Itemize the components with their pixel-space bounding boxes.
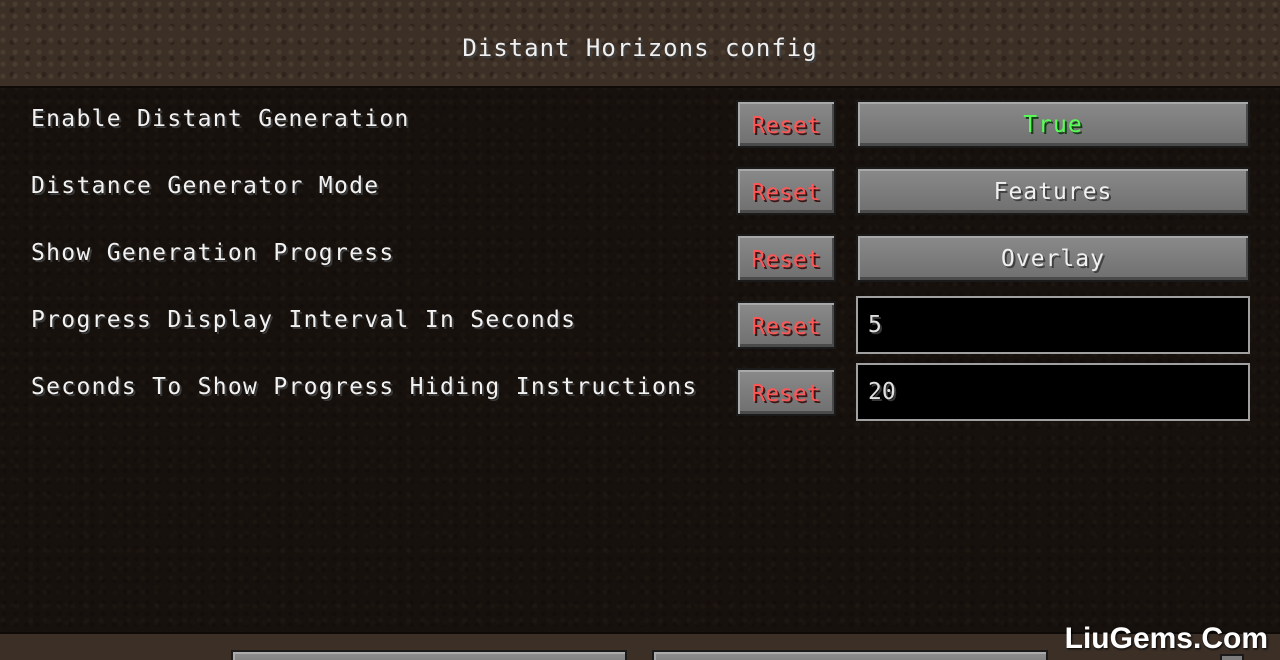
config-screen: Distant Horizons config Enable Distant G…	[0, 0, 1280, 660]
page-title: Distant Horizons config	[462, 34, 818, 62]
watermark: LiuGems.Com	[1064, 622, 1268, 655]
interval-input[interactable]: 5	[856, 296, 1250, 354]
setting-row-distance-generator-mode: Distance Generator Mode Reset Features	[0, 157, 1280, 215]
settings-list[interactable]: Enable Distant Generation Reset True Dis…	[0, 88, 1280, 632]
setting-row-progress-display-interval: Progress Display Interval In Seconds Res…	[0, 291, 1280, 354]
seconds-input[interactable]: 20	[856, 363, 1250, 421]
setting-label: Seconds To Show Progress Hiding Instruct…	[31, 374, 698, 400]
setting-label: Distance Generator Mode	[31, 173, 380, 199]
setting-label: Progress Display Interval In Seconds	[31, 307, 577, 333]
setting-row-show-generation-progress: Show Generation Progress Reset Overlay	[0, 224, 1280, 282]
header-bar: Distant Horizons config	[0, 0, 1280, 88]
footer-button-left[interactable]	[231, 650, 627, 660]
reset-button[interactable]: Reset	[736, 167, 836, 215]
reset-button[interactable]: Reset	[736, 100, 836, 148]
setting-row-enable-distant-generation: Enable Distant Generation Reset True	[0, 90, 1280, 148]
progress-mode-button[interactable]: Overlay	[856, 234, 1250, 282]
reset-button[interactable]: Reset	[736, 368, 836, 416]
mode-cycle-button[interactable]: Features	[856, 167, 1250, 215]
setting-row-seconds-to-show-hiding-instructions: Seconds To Show Progress Hiding Instruct…	[0, 358, 1280, 421]
toggle-button[interactable]: True	[856, 100, 1250, 148]
footer-button-right[interactable]	[652, 650, 1048, 660]
reset-button[interactable]: Reset	[736, 301, 836, 349]
reset-button[interactable]: Reset	[736, 234, 836, 282]
setting-label: Show Generation Progress	[31, 240, 395, 266]
setting-label: Enable Distant Generation	[31, 106, 410, 132]
